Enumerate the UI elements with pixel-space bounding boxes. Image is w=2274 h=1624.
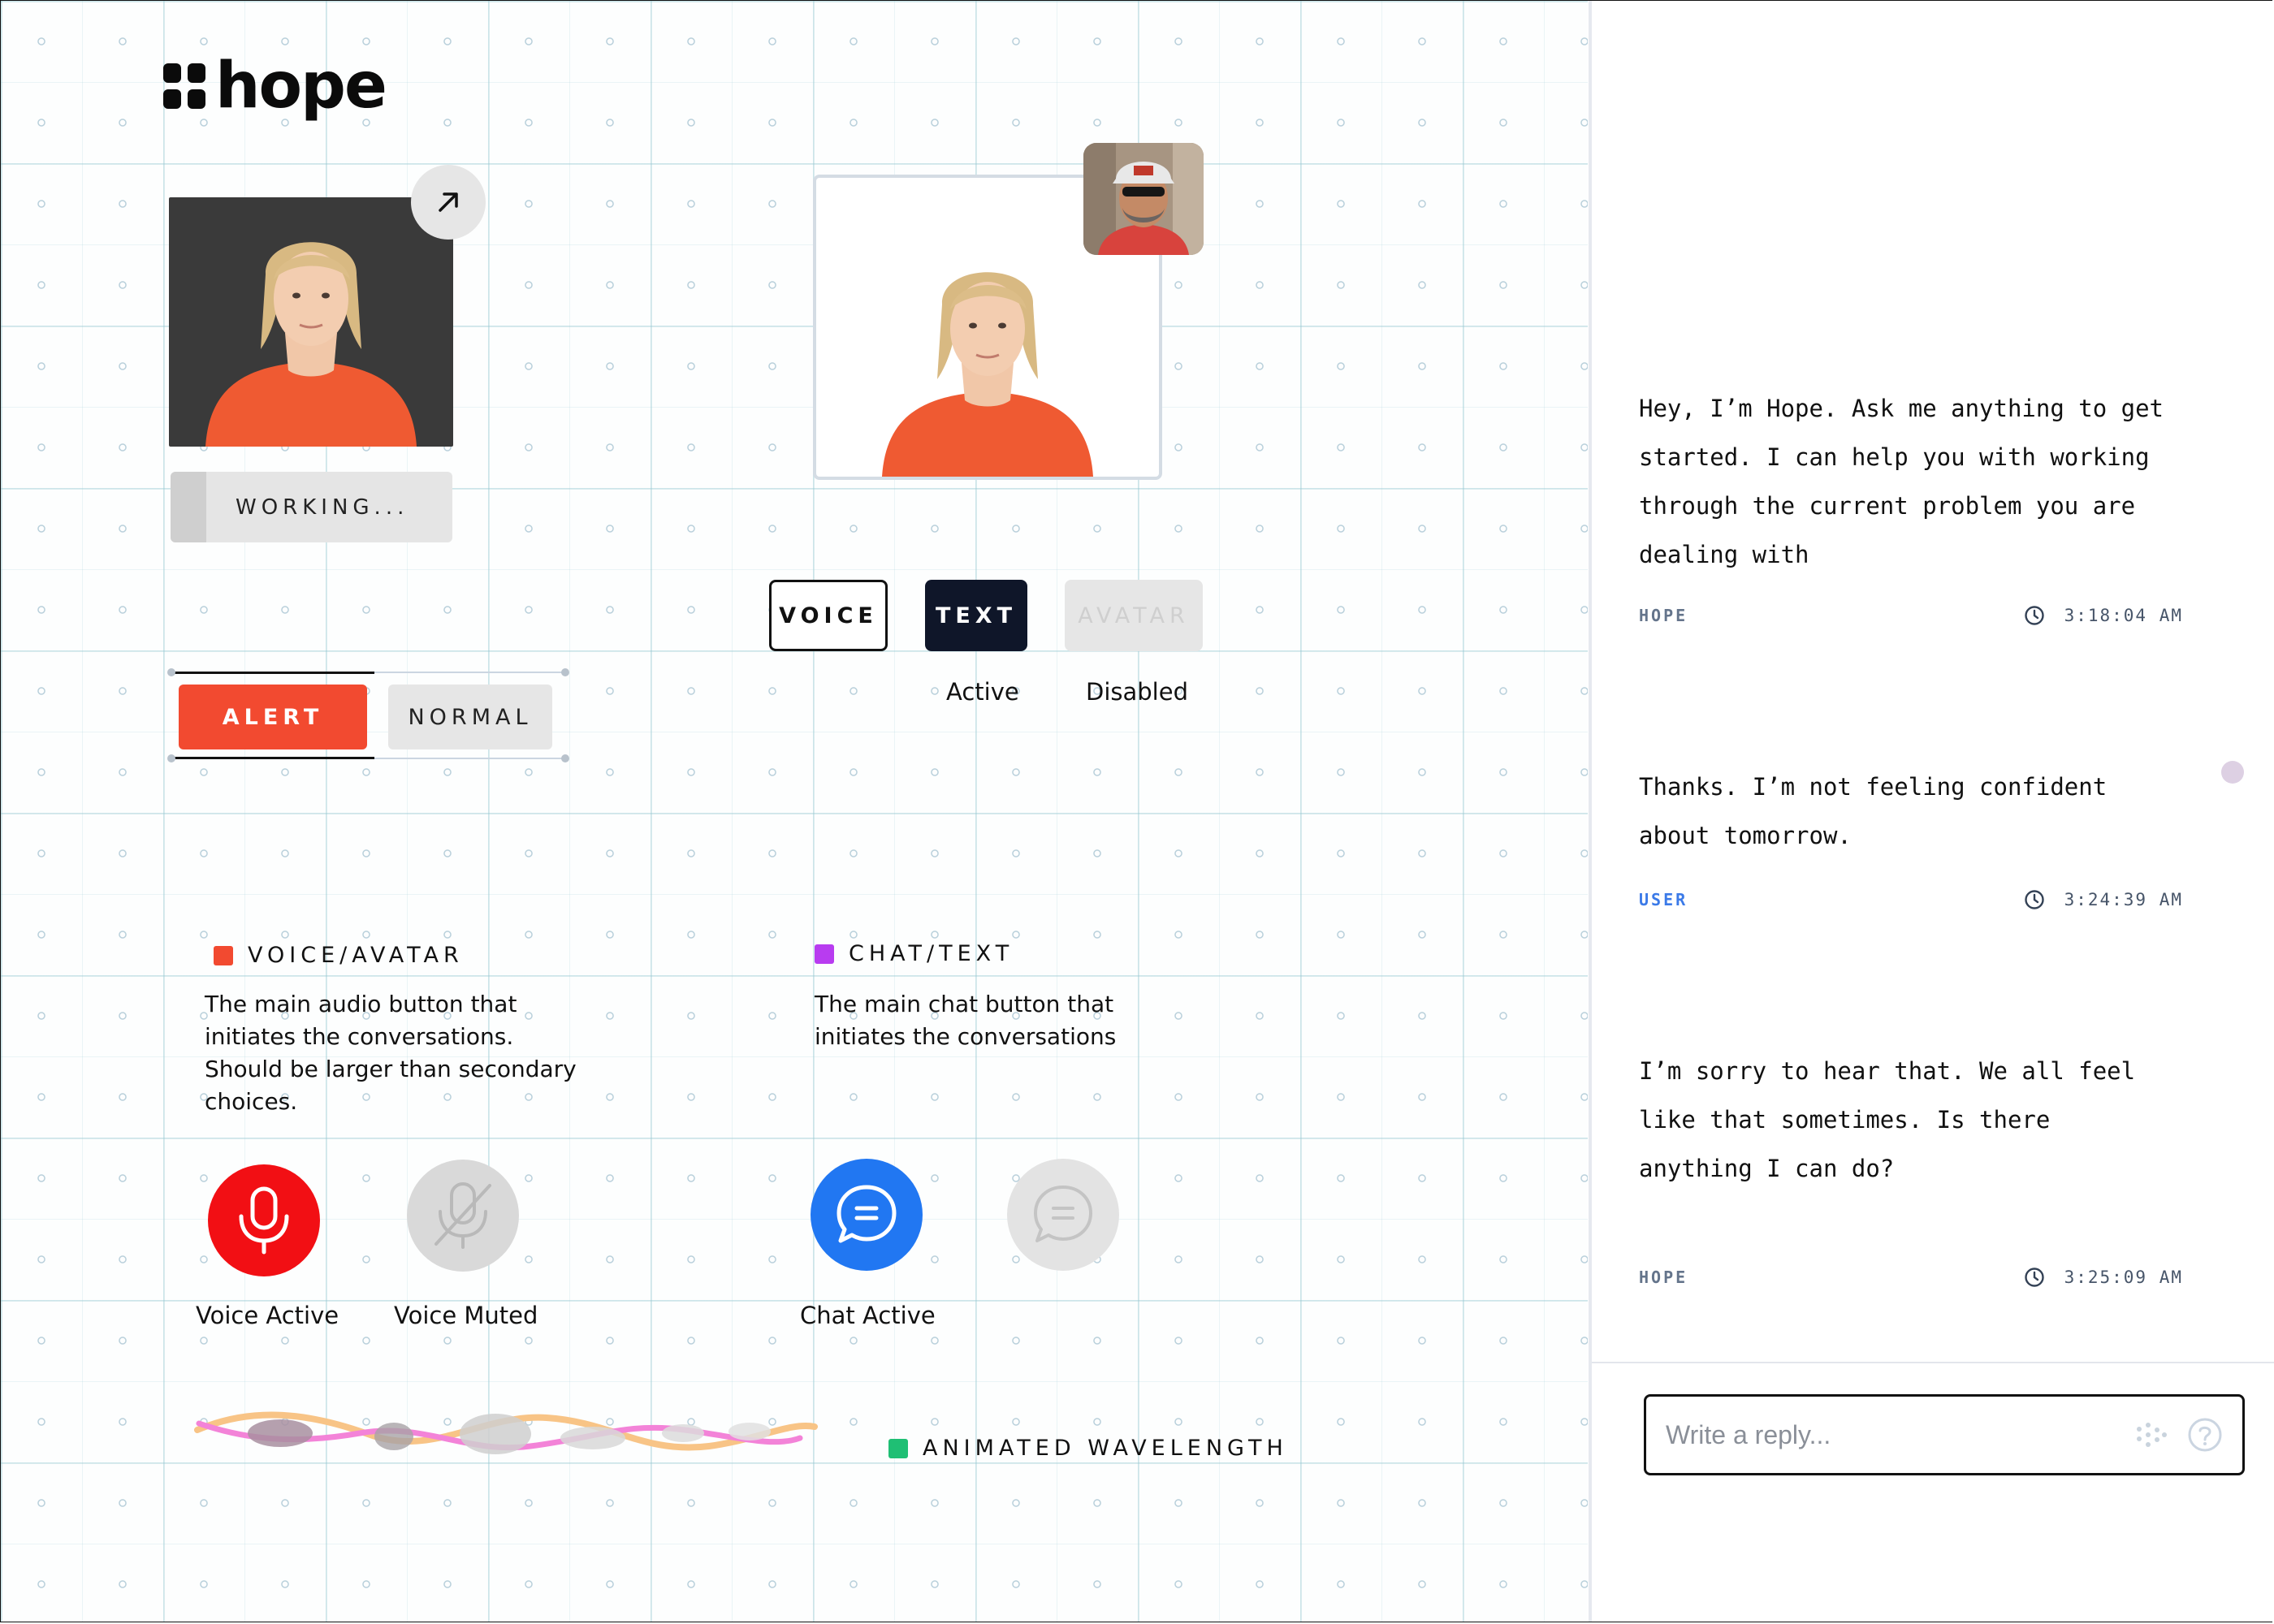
chat-message: Thanks. I’m not feeling confident about … <box>1639 773 2108 849</box>
animated-waveform <box>194 1411 818 1454</box>
avatar-woman-image <box>882 272 1093 477</box>
message-time: 3:24:39 AM <box>2024 889 2183 910</box>
user-man-image <box>1083 143 1204 255</box>
legend-swatch <box>815 944 834 964</box>
message-sender: HOPE <box>1639 606 1688 625</box>
working-indicator <box>171 472 206 542</box>
alert-button[interactable]: ALERT <box>179 685 367 749</box>
selection-handle[interactable] <box>561 754 569 762</box>
reply-composer <box>1644 1394 2245 1475</box>
chat-disabled-button <box>1007 1159 1119 1271</box>
legend-swatch <box>214 945 233 965</box>
mode-voice-button[interactable]: VOICE <box>769 580 888 651</box>
message-timestamp: 3:24:39 AM <box>2064 890 2183 909</box>
voice-active-caption: Voice Active <box>196 1302 339 1329</box>
selection-handle[interactable] <box>561 668 569 676</box>
help-icon[interactable] <box>2187 1417 2223 1453</box>
legend-title: ANIMATED WAVELENGTH <box>923 1436 1288 1461</box>
design-canvas: hope WORKING... VOICE TEXT AVATAR Active… <box>1 1 1588 1622</box>
avatar-woman-image <box>205 242 417 447</box>
message-meta: HOPE 3:18:04 AM <box>1639 605 2183 626</box>
message-timestamp: 3:25:09 AM <box>2064 1268 2183 1287</box>
microphone-off-icon <box>434 1182 491 1249</box>
active-caption: Active <box>946 678 1019 706</box>
message-meta: USER 3:24:39 AM <box>1639 889 2183 910</box>
legend-swatch <box>888 1438 908 1458</box>
selection-underline <box>171 757 374 759</box>
selection-handle[interactable] <box>167 754 175 762</box>
message-time: 3:18:04 AM <box>2024 605 2183 626</box>
legend-voice-avatar: VOICE/AVATAR <box>214 943 464 968</box>
voice-dots-icon[interactable] <box>2135 1421 2168 1449</box>
voice-muted-button[interactable] <box>407 1160 519 1272</box>
avatar-video-dark <box>169 197 453 447</box>
clock-icon <box>2024 1268 2044 1287</box>
working-label: WORKING... <box>236 495 409 520</box>
chat-message: Hey, I’m Hope. Ask me anything to get st… <box>1639 395 2164 568</box>
chat-active-caption: Chat Active <box>800 1302 936 1329</box>
legend-title: CHAT/TEXT <box>849 941 1014 966</box>
chat-bubble-icon <box>1034 1186 1092 1242</box>
chat-active-button[interactable] <box>811 1159 923 1271</box>
chat-message: I’m sorry to hear that. We all feel like… <box>1639 1057 2136 1182</box>
legend-description: The main chat button that initiates the … <box>815 991 1117 1050</box>
clock-icon <box>2024 890 2044 909</box>
user-camera-thumbnail <box>1083 143 1204 255</box>
message-timestamp: 3:18:04 AM <box>2064 606 2183 625</box>
logo-wordmark: hope <box>215 50 387 123</box>
reply-input[interactable] <box>1664 1419 2090 1451</box>
composer-divider <box>1592 1362 2274 1363</box>
mode-text-button[interactable]: TEXT <box>925 580 1027 651</box>
message-time: 3:25:09 AM <box>2024 1267 2183 1288</box>
voice-muted-caption: Voice Muted <box>394 1302 538 1329</box>
disabled-caption: Disabled <box>1086 678 1188 706</box>
legend-description: The main audio button that initiates the… <box>205 991 577 1115</box>
mode-avatar-button: AVATAR <box>1065 580 1203 651</box>
voice-active-button[interactable] <box>208 1164 320 1276</box>
microphone-icon <box>239 1186 289 1255</box>
message-sender: HOPE <box>1639 1268 1688 1287</box>
message-sender: USER <box>1639 890 1688 909</box>
message-meta: HOPE 3:25:09 AM <box>1639 1267 2183 1288</box>
arrow-up-right-icon <box>439 192 458 212</box>
legend-title: VOICE/AVATAR <box>248 943 464 968</box>
clock-icon <box>2024 606 2044 625</box>
normal-button[interactable]: NORMAL <box>388 685 552 749</box>
chat-bubble-icon <box>837 1185 897 1243</box>
expand-button[interactable] <box>411 165 486 240</box>
selection-handle[interactable] <box>167 668 175 676</box>
logo-mark-icon <box>163 63 207 109</box>
legend-animated-wavelength: ANIMATED WAVELENGTH <box>888 1436 1288 1461</box>
working-status: WORKING... <box>171 472 452 542</box>
hope-logo: hope <box>163 54 387 118</box>
chat-panel: Hey, I’m Hope. Ask me anything to get st… <box>1589 1 2274 1622</box>
legend-chat-text: CHAT/TEXT <box>815 941 1014 966</box>
selection-underline <box>171 672 374 674</box>
scroll-indicator[interactable] <box>2221 761 2244 784</box>
